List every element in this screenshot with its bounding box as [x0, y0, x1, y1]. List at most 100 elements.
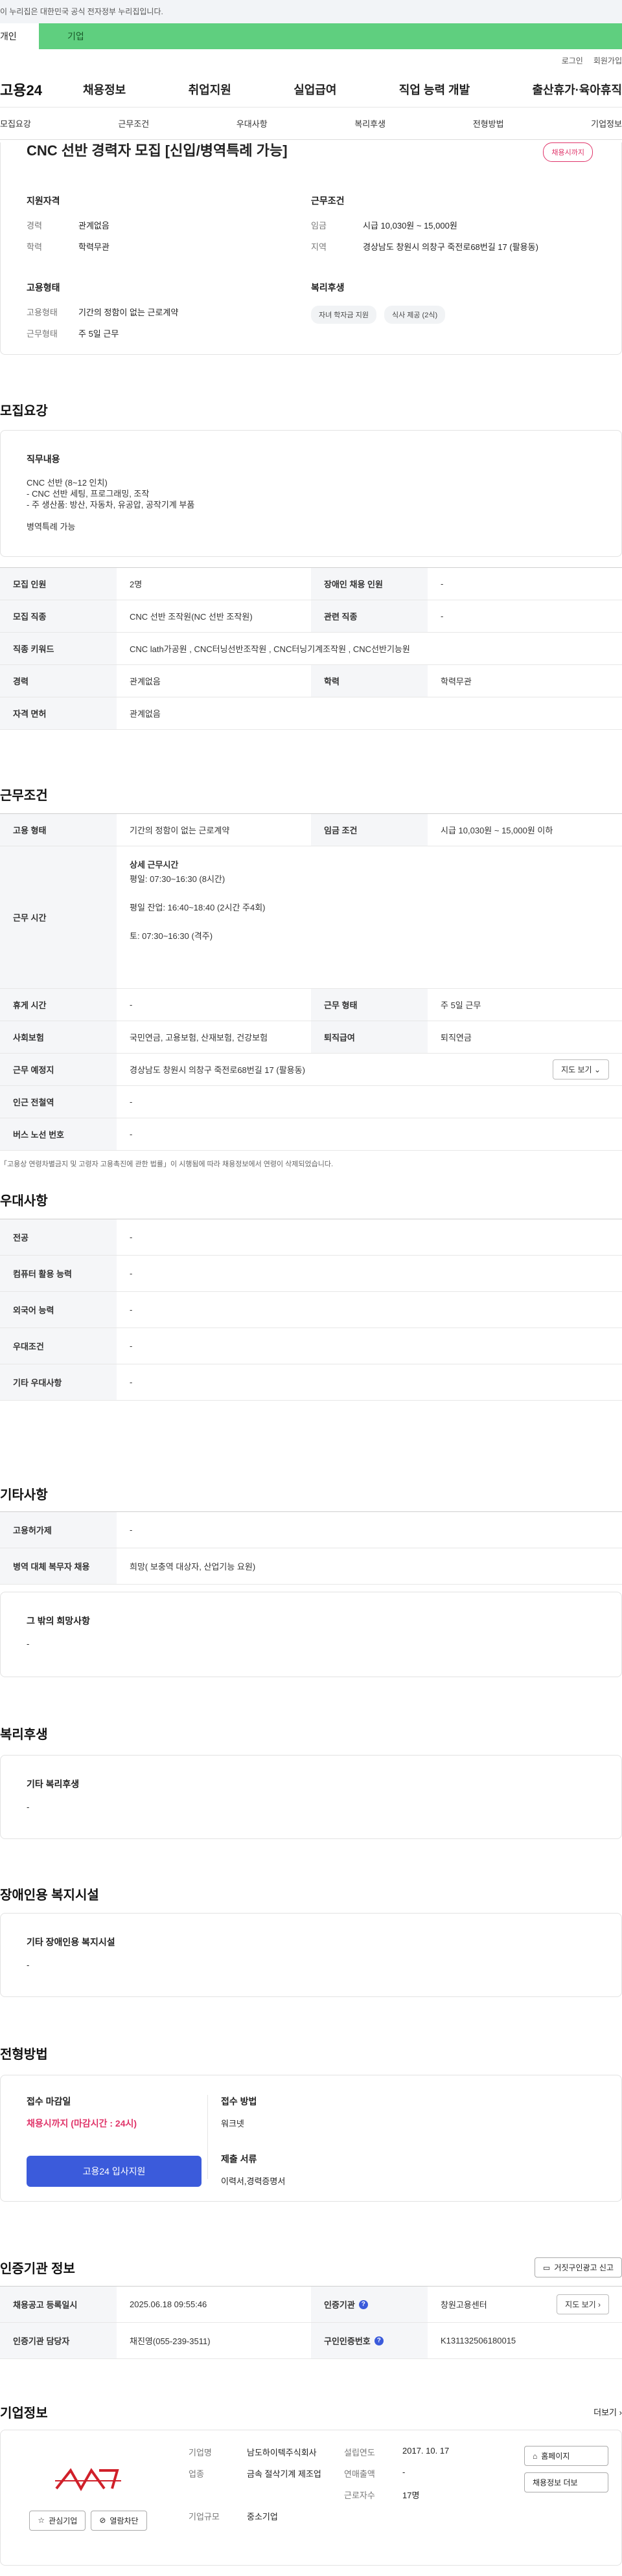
th: 모집 직종: [0, 600, 117, 632]
th: 전공: [0, 1219, 117, 1255]
duty-box: 직무내용 CNC 선반 (8~12 인치) - CNC 선반 세팅, 프로그래밍…: [0, 430, 622, 557]
homepage-button[interactable]: ⌂ 홈페이지: [524, 2446, 608, 2466]
th: 고용허가제: [0, 1512, 117, 1548]
deadline-badge: 채용시까지: [543, 142, 593, 162]
company-name-value: 남도하이텍주식회사: [247, 2448, 317, 2457]
docs-value: 이력서,경력증명서: [221, 2176, 286, 2186]
td: 채진영(055-239-3511): [130, 2336, 211, 2346]
td: -: [441, 579, 444, 589]
qual-heading: 지원자격: [27, 196, 60, 206]
home-icon: ⌂: [533, 2451, 538, 2461]
favorite-company-button[interactable]: ☆ 관심기업: [29, 2510, 86, 2531]
summary-grid-2: 고용형태 고용형태 기간의 정함이 없는 근로계약 근무형태 주 5일 근무 복리후…: [27, 281, 595, 348]
recruit-heading: 모집요강: [0, 404, 48, 418]
etc-heading: 기타사항: [0, 1488, 48, 1502]
info-icon[interactable]: ?: [374, 2336, 384, 2345]
gnb-parental-leave[interactable]: 출산휴가·육아휴직: [533, 81, 622, 98]
cond-wage-value: 시급 10,030원 ~ 15,000원: [363, 221, 457, 231]
td: -: [130, 1097, 133, 1107]
anchor-process[interactable]: 전형방법: [473, 117, 504, 130]
duty-line: - CNC 선반 세팅, 프로그래밍, 조작: [27, 489, 150, 499]
hours-line: 상세 근무시간: [130, 860, 179, 870]
td: -: [130, 1269, 133, 1278]
th: 휴게 시간: [0, 989, 117, 1021]
etc-wish-box: 그 밖의 희망사항 -: [0, 1592, 622, 1677]
company-sales-label: 연매출액: [344, 2469, 375, 2479]
welfare-chip: 식사 제공 (2식): [384, 306, 446, 324]
utility-links: 로그인 회원가입: [0, 49, 622, 71]
td: 시급 10,030원 ~ 15,000원 이하: [441, 826, 553, 835]
company-ind-value: 금속 절삭기계 제조업: [247, 2469, 321, 2479]
th: 인증기관 담당자: [0, 2323, 117, 2358]
td: 퇴직연금: [441, 1033, 472, 1043]
block-view-button[interactable]: ⊘ 열람차단: [91, 2510, 147, 2531]
emp-heading: 고용형태: [27, 282, 60, 293]
td: 관계없음: [130, 709, 161, 719]
info-icon[interactable]: ?: [358, 2299, 368, 2309]
company-card: ☆ 관심기업 ⊘ 열람차단 기업명 남도하이텍주식회사 설립연도 2017. 10.…: [0, 2430, 622, 2566]
th: 자격 면허: [0, 697, 117, 729]
cond-region-value: 경상남도 창원시 의창구 죽전로68번길 17 (팔용동): [363, 242, 538, 252]
hours-line: 토: 07:30~16:30 (격주): [130, 931, 213, 941]
td: CNC 선반 조작원(NC 선반 조작원): [130, 612, 253, 622]
td: 기간의 정함이 없는 근로계약: [130, 826, 230, 835]
gnb-skills-development[interactable]: 직업 능력 개발: [399, 81, 470, 98]
cert-no-label: 구인인증번호: [324, 2336, 371, 2346]
td: K131132506180015: [441, 2336, 516, 2345]
gnb-employment-support[interactable]: 취업지원: [189, 81, 231, 98]
recruit-table: 모집 인원 2명 장애인 채용 인원 - 모집 직종 CNC 선반 조작원(NC 선반 …: [0, 567, 622, 730]
company-jobs-label: 채용정보 더보: [533, 2478, 578, 2487]
th: 근무 예정지: [0, 1054, 117, 1085]
company-ind-label: 업종: [189, 2469, 204, 2479]
tab-company[interactable]: 기업: [39, 23, 622, 49]
disab-box-value: -: [27, 1960, 30, 1970]
disab-heading: 장애인용 복지시설: [0, 1888, 99, 1903]
company-sales-value: -: [402, 2467, 406, 2477]
gov-notice-bar: 이 누리집은 대한민국 공식 전자정부 누리집입니다.: [0, 0, 622, 23]
false-ad-report-button[interactable]: ▭ 거짓구인광고 신고: [535, 2257, 622, 2277]
homepage-label: 홈페이지: [541, 2452, 570, 2461]
th: 외국어 능력: [0, 1292, 117, 1328]
company-more-link[interactable]: 더보기 ›: [593, 2406, 622, 2418]
td: 2025.06.18 09:55:46: [130, 2299, 207, 2309]
anchor-work[interactable]: 근무조건: [118, 117, 149, 130]
anchor-recruit[interactable]: 모집요강: [0, 117, 31, 130]
signup-link[interactable]: 회원가입: [593, 55, 622, 66]
map-view-label: 지도 보기: [561, 1065, 592, 1074]
company-jobs-button[interactable]: 채용정보 더보: [524, 2472, 608, 2492]
tab-personal[interactable]: 개인: [0, 23, 39, 49]
apply-button[interactable]: 고용24 입사지원: [27, 2156, 202, 2187]
summary-grid: 지원자격 경력 관계없음 학력 학력무관 근무조건 임금 시급 10,030원 ~ 1…: [27, 194, 595, 262]
th: 인근 전철역: [0, 1086, 117, 1118]
td: -: [130, 1129, 133, 1139]
login-link[interactable]: 로그인: [562, 55, 583, 66]
company-heading: 기업정보: [0, 2406, 48, 2421]
th: 우대조건: [0, 1328, 117, 1364]
cert-map-button[interactable]: 지도 보기 ›: [557, 2294, 609, 2314]
cond-heading: 근무조건: [311, 196, 345, 206]
site-logo[interactable]: 고용24: [0, 79, 83, 100]
favorite-company-label: 관심기업: [49, 2516, 78, 2525]
th: 기타 우대사항: [0, 1364, 117, 1400]
docs-label: 제출 서류: [221, 2154, 257, 2164]
hours-line: 평일 잔업: 16:40~18:40 (2시간 주4회): [130, 903, 266, 912]
star-icon: ☆: [38, 2516, 45, 2525]
chevron-right-icon: ›: [619, 2408, 622, 2417]
td: 관계없음: [130, 677, 161, 686]
td: -: [130, 1305, 133, 1315]
gnb-unemployment-benefit[interactable]: 실업급여: [294, 81, 336, 98]
age-notice: 「고용상 연령차별금지 및 고령자 고용촉진에 관한 법률」이 시행됨에 따라 …: [0, 1160, 334, 1168]
duty-heading: 직무내용: [27, 454, 60, 464]
th-no: 구인인증번호?: [311, 2323, 428, 2358]
map-view-button[interactable]: 지도 보기 ⌄: [553, 1059, 609, 1079]
company-more-label: 더보기: [593, 2408, 617, 2417]
td: -: [130, 1341, 133, 1351]
anchor-company[interactable]: 기업정보: [591, 117, 622, 130]
anchor-welfare[interactable]: 복리후생: [354, 117, 386, 130]
company-logo-icon: [55, 2467, 121, 2491]
anchor-pref[interactable]: 우대사항: [236, 117, 268, 130]
gnb-jobs[interactable]: 채용정보: [83, 81, 126, 98]
cert-table: 채용공고 등록일시 2025.06.18 09:55:46 인증기관? 창원고용센터 지…: [0, 2286, 622, 2359]
duty-line: 병역특례 가능: [27, 522, 76, 532]
th: 채용공고 등록일시: [0, 2287, 117, 2322]
